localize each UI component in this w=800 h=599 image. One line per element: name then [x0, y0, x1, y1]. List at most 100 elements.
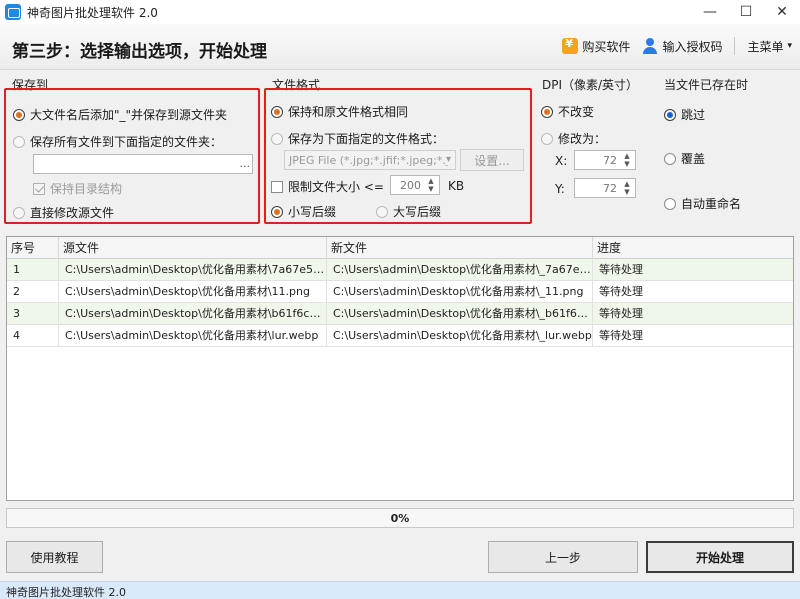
limit-size-value: 200: [400, 179, 421, 192]
chevron-down-icon: ▾: [445, 154, 451, 165]
format-save-as-radio[interactable]: [271, 132, 283, 145]
row-index: 3: [7, 303, 59, 325]
stepper-arrows-icon[interactable]: ▲ ▼: [621, 180, 633, 196]
keep-structure-label: 保持目录结构: [50, 182, 123, 196]
row-source: C:\Users\admin\Desktop\优化备用素材\11.png: [59, 281, 327, 303]
row-source: C:\Users\admin\Desktop\优化备用素材\7a67e5694.…: [59, 259, 327, 281]
column-header-index[interactable]: 序号: [7, 237, 59, 259]
file-exists-skip-option[interactable]: 跳过: [664, 106, 705, 123]
format-same-label: 保持和原文件格式相同: [288, 105, 409, 119]
stepper-arrows-icon[interactable]: ▲ ▼: [621, 152, 633, 168]
keep-structure-option[interactable]: 保持目录结构: [33, 180, 122, 197]
overwrite-source-radio[interactable]: [13, 206, 25, 219]
limit-size-unit: KB: [448, 179, 465, 193]
file-exists-skip-radio[interactable]: [664, 108, 676, 121]
dpi-y-stepper[interactable]: 72 ▲ ▼: [574, 178, 636, 198]
column-header-source[interactable]: 源文件: [59, 237, 327, 259]
limit-size-stepper[interactable]: 200 ▲ ▼: [390, 175, 440, 195]
row-target: C:\Users\admin\Desktop\优化备用素材\_11.png: [327, 281, 593, 303]
dpi-x-label: X:: [555, 154, 568, 168]
table-row[interactable]: 2 C:\Users\admin\Desktop\优化备用素材\11.png C…: [7, 281, 793, 303]
folder-path-field[interactable]: ...: [33, 154, 253, 174]
row-target: C:\Users\admin\Desktop\优化备用素材\_lur.webp: [327, 325, 593, 347]
start-processing-button[interactable]: 开始处理: [646, 541, 794, 573]
dpi-change-radio[interactable]: [541, 132, 553, 145]
row-status: 等待处理: [599, 263, 643, 276]
file-exists-overwrite-option[interactable]: 覆盖: [664, 150, 705, 167]
keep-structure-checkbox[interactable]: [33, 182, 45, 195]
file-exists-overwrite-radio[interactable]: [664, 152, 676, 165]
save-append-radio[interactable]: [13, 108, 25, 121]
license-label: 输入授权码: [662, 39, 723, 54]
file-exists-overwrite-label: 覆盖: [681, 152, 706, 166]
save-folder-radio[interactable]: [13, 135, 25, 148]
column-header-target[interactable]: 新文件: [327, 237, 593, 259]
upper-suffix-option[interactable]: 大写后缀: [376, 203, 441, 220]
progress-bar: 0%: [6, 508, 794, 528]
upper-suffix-label: 大写后缀: [393, 205, 442, 219]
limit-size-option[interactable]: 限制文件大小 <=: [271, 178, 384, 195]
title-bar: 神奇图片批处理软件 2.0 — ☐ ✕: [0, 0, 800, 24]
format-save-as-label: 保存为下面指定的文件格式：: [288, 132, 445, 146]
lower-suffix-option[interactable]: 小写后缀: [271, 203, 336, 220]
stepper-arrows-icon[interactable]: ▲ ▼: [425, 177, 437, 193]
lower-suffix-radio[interactable]: [271, 205, 283, 218]
upper-suffix-radio[interactable]: [376, 205, 388, 218]
row-target: C:\Users\admin\Desktop\优化备用素材\_b61f6c8f.…: [327, 303, 593, 325]
row-index: 2: [7, 281, 59, 303]
status-bar: 神奇图片批处理软件 2.0: [0, 581, 800, 599]
buy-label: 购买软件: [582, 39, 631, 54]
dpi-no-change-label: 不改变: [558, 105, 595, 119]
window-title: 神奇图片批处理软件 2.0: [27, 5, 158, 20]
format-save-as-option[interactable]: 保存为下面指定的文件格式：: [271, 130, 444, 147]
row-index: 4: [7, 325, 59, 347]
maximize-button[interactable]: ☐: [728, 0, 764, 24]
file-exists-skip-label: 跳过: [681, 108, 706, 122]
wizard-header: 第三步：选择输出选项，开始处理 购买软件 输入授权码 主菜单 ▾: [0, 24, 800, 70]
save-folder-option[interactable]: 保存所有文件到下面指定的文件夹：: [13, 133, 222, 150]
file-exists-label: 当文件已存在时: [664, 78, 749, 92]
save-folder-label: 保存所有文件到下面指定的文件夹：: [30, 135, 223, 149]
progress-text: 0%: [390, 512, 410, 525]
save-append-option[interactable]: 大文件名后添加"_"并保存到源文件夹: [13, 106, 227, 123]
table-header: 序号 源文件 新文件 进度: [7, 237, 793, 259]
format-same-option[interactable]: 保持和原文件格式相同: [271, 103, 408, 120]
format-settings-button[interactable]: 设置...: [460, 149, 524, 171]
dpi-change-label: 修改为：: [558, 132, 607, 146]
close-button[interactable]: ✕: [764, 0, 800, 24]
overwrite-source-option[interactable]: 直接修改源文件: [13, 204, 114, 221]
buy-icon: [562, 37, 579, 54]
dpi-y-label: Y:: [555, 182, 565, 196]
dpi-x-value: 72: [603, 154, 617, 167]
row-source: C:\Users\admin\Desktop\优化备用素材\b61f6c8fda…: [59, 303, 327, 325]
file-list-table: 序号 源文件 新文件 进度 1 C:\Users\admin\Desktop\优…: [6, 236, 794, 501]
dpi-label: DPI（像素/英寸）: [542, 78, 639, 92]
row-index: 1: [7, 259, 59, 281]
dpi-no-change-option[interactable]: 不改变: [541, 103, 594, 120]
header-divider: [734, 37, 736, 55]
previous-step-button[interactable]: 上一步: [488, 541, 638, 573]
column-header-progress[interactable]: 进度: [593, 237, 793, 259]
dpi-x-stepper[interactable]: 72 ▲ ▼: [574, 150, 636, 170]
main-menu-label: 主菜单: [747, 39, 784, 54]
overwrite-source-label: 直接修改源文件: [30, 206, 115, 220]
tutorial-button[interactable]: 使用教程: [6, 541, 103, 573]
file-exists-rename-radio[interactable]: [664, 197, 676, 210]
minimize-button[interactable]: —: [692, 0, 728, 24]
browse-folder-button[interactable]: ...: [240, 157, 251, 170]
dpi-change-option[interactable]: 修改为：: [541, 130, 606, 147]
save-append-label: 大文件名后添加"_"并保存到源文件夹: [30, 108, 228, 122]
limit-size-label: 限制文件大小 <=: [288, 180, 384, 194]
table-row[interactable]: 3 C:\Users\admin\Desktop\优化备用素材\b61f6c8f…: [7, 303, 793, 325]
dpi-no-change-radio[interactable]: [541, 105, 553, 118]
main-menu-button[interactable]: 主菜单 ▾: [747, 38, 792, 55]
table-row[interactable]: 4 C:\Users\admin\Desktop\优化备用素材\lur.webp…: [7, 325, 793, 347]
license-button[interactable]: 输入授权码: [642, 38, 722, 55]
format-select[interactable]: JPEG File (*.jpg;*.jfif;*.jpeg;*.j ▾: [284, 150, 456, 170]
buy-button[interactable]: 购买软件: [562, 37, 631, 55]
format-same-radio[interactable]: [271, 105, 283, 118]
limit-size-checkbox[interactable]: [271, 180, 283, 193]
file-exists-rename-option[interactable]: 自动重命名: [664, 195, 741, 212]
table-row[interactable]: 1 C:\Users\admin\Desktop\优化备用素材\7a67e569…: [7, 259, 793, 281]
app-icon: [5, 4, 21, 20]
